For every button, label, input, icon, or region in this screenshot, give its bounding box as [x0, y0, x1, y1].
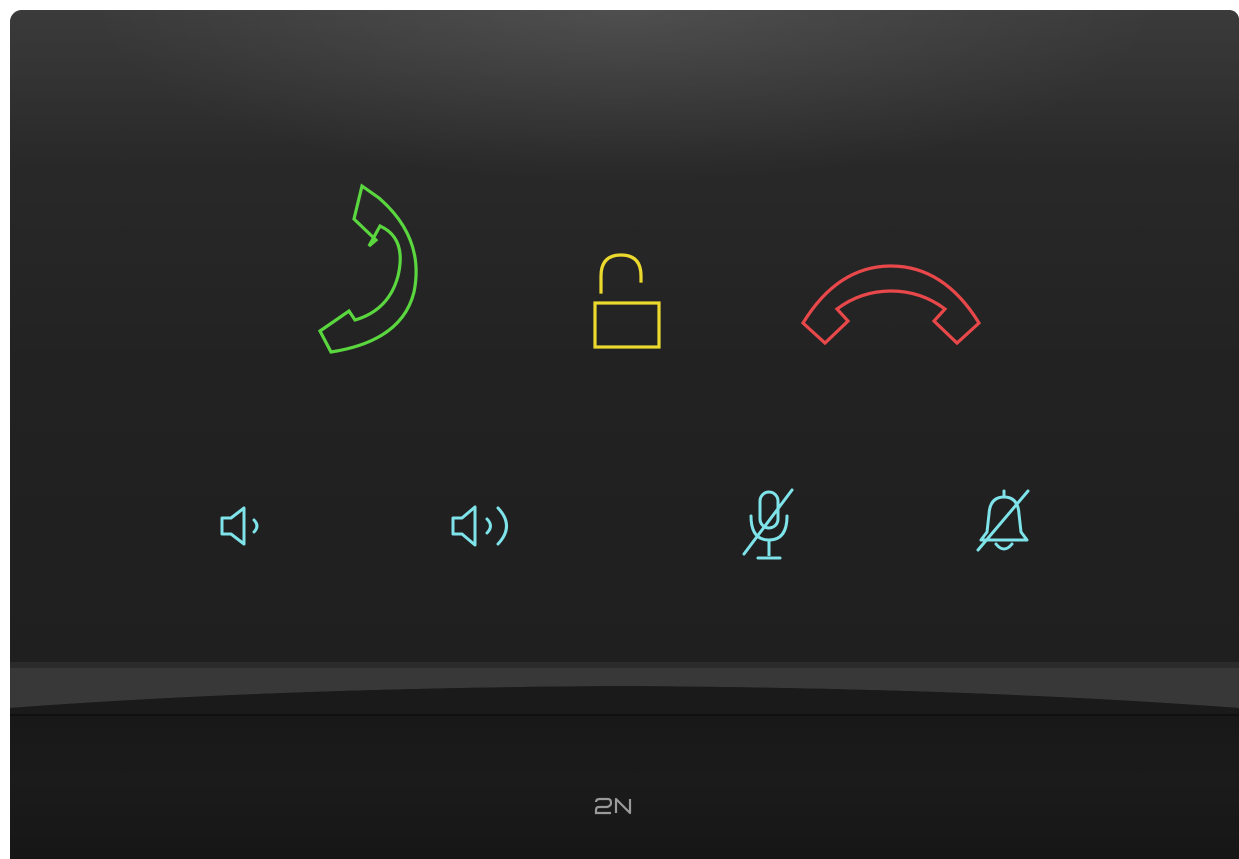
device-base	[10, 716, 1239, 859]
brand-logo: 2N	[592, 796, 636, 816]
speaker-high-icon	[451, 505, 508, 547]
bell-muted-icon	[976, 489, 1030, 552]
volume-up-button[interactable]	[449, 502, 521, 550]
frame-bezel	[10, 662, 1239, 716]
answer-call-button[interactable]	[308, 183, 426, 362]
2n-logo-icon	[594, 797, 632, 815]
intercom-device	[10, 10, 1239, 859]
phone-hangup-icon	[800, 264, 982, 346]
mute-ringer-button[interactable]	[974, 488, 1034, 554]
phone-answer-icon	[317, 183, 418, 354]
unlocked-padlock-icon	[593, 253, 661, 349]
unlock-door-button[interactable]	[592, 253, 662, 349]
mute-microphone-button[interactable]	[738, 486, 800, 562]
speaker-low-icon	[220, 506, 259, 546]
hang-up-button[interactable]	[800, 263, 982, 346]
microphone-muted-icon	[742, 488, 794, 560]
volume-down-button[interactable]	[218, 506, 270, 546]
